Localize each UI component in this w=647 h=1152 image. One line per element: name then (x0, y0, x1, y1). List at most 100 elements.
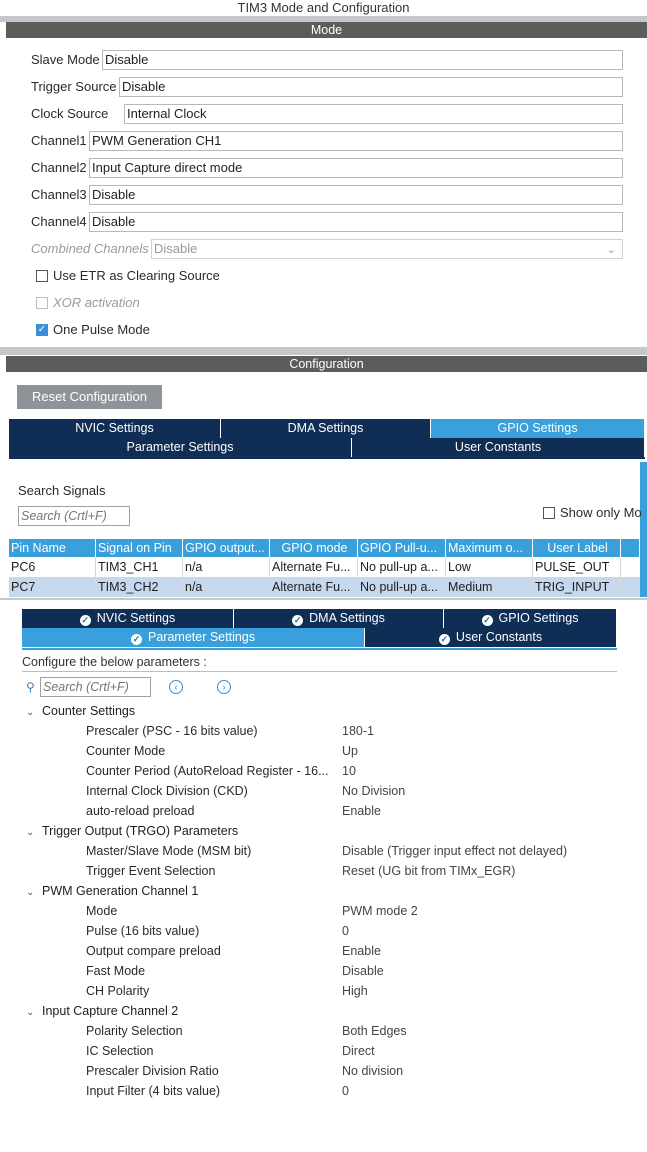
param-key: IC Selection (86, 1044, 154, 1058)
param-value[interactable]: 180-1 (342, 721, 374, 741)
param-key: Output compare preload (86, 944, 221, 958)
param-key: Mode (86, 904, 118, 918)
param-value[interactable]: Reset (UG bit from TIMx_EGR) (342, 861, 515, 881)
xor-activation-label: XOR activation (53, 295, 140, 310)
param-key: Master/Slave Mode (MSM bit) (86, 844, 252, 858)
slave-mode-label: Slave Mode (31, 52, 100, 67)
use-etr-checkbox[interactable] (36, 270, 48, 282)
configuration-section-header[interactable]: Configuration (6, 356, 647, 372)
param-value[interactable]: No Division (342, 781, 405, 801)
channel2-select[interactable]: Input Capture direct mode (89, 158, 623, 178)
group-label: Counter Settings (42, 704, 136, 718)
param-key: CH Polarity (86, 984, 150, 998)
param-key: Counter Mode (86, 744, 166, 758)
tab-parameter-settings[interactable]: Parameter Settings (9, 438, 352, 457)
window-title: TIM3 Mode and Configuration (237, 0, 410, 15)
chevron-down-icon: ⌄ (26, 707, 35, 718)
param-tab-dma-settings[interactable]: ✓ DMA Settings (234, 609, 444, 628)
one-pulse-mode-checkbox[interactable]: ✓ (36, 324, 48, 336)
cell-gpio-pull: No pull-up a... (358, 577, 446, 597)
cell-user-label: TRIG_INPUT (533, 577, 621, 597)
xor-activation-checkbox[interactable] (36, 297, 48, 309)
group-input-capture-channel-2[interactable]: ⌄ Input Capture Channel 2 (26, 1001, 178, 1023)
cell-gpio-mode: Alternate Fu... (270, 577, 358, 597)
param-tab-user-constants-label: User Constants (455, 630, 543, 644)
trigger-source-select[interactable]: Disable (119, 77, 623, 97)
param-value[interactable]: Direct (342, 1041, 375, 1061)
cell-maximum-output: Medium (446, 577, 533, 597)
param-tab-parameter-settings[interactable]: ✓ Parameter Settings (22, 628, 365, 647)
param-value[interactable]: PWM mode 2 (342, 901, 418, 921)
param-key: Input Filter (4 bits value) (86, 1084, 221, 1098)
param-value[interactable]: Enable (342, 941, 381, 961)
column-header-gpio-mode[interactable]: GPIO mode (270, 539, 358, 557)
search-next-icon[interactable]: › (217, 680, 231, 694)
column-header-signal[interactable]: Signal on Pin (96, 539, 183, 557)
chevron-down-icon: ⌄ (26, 1007, 35, 1018)
divider (22, 671, 617, 672)
configure-text: Configure the below parameters : (22, 655, 207, 669)
show-only-checkbox[interactable] (543, 507, 555, 519)
param-value[interactable]: 0 (342, 921, 349, 941)
param-tab-dma-label: DMA Settings (309, 611, 385, 625)
cell-gpio-mode: Alternate Fu... (270, 557, 358, 577)
tab-underline (22, 648, 617, 650)
divider (0, 598, 647, 600)
check-circle-icon: ✓ (131, 634, 142, 645)
chevron-down-icon: ⌄ (606, 244, 616, 256)
param-value[interactable]: Enable (342, 801, 381, 821)
param-value[interactable]: No division (342, 1061, 403, 1081)
column-header-gpio-output[interactable]: GPIO output... (183, 539, 270, 557)
param-tab-user-constants[interactable]: ✓ User Constants (365, 628, 617, 647)
column-header-pin-name[interactable]: Pin Name (9, 539, 96, 557)
mode-section-header[interactable]: Mode (6, 22, 647, 38)
column-header-gpio-pull[interactable]: GPIO Pull-u... (358, 539, 446, 557)
scrollbar-thumb[interactable] (640, 462, 647, 597)
use-etr-label: Use ETR as Clearing Source (53, 268, 220, 283)
param-tab-nvic-settings[interactable]: ✓ NVIC Settings (22, 609, 234, 628)
group-counter-settings[interactable]: ⌄ Counter Settings (26, 701, 135, 723)
combined-channels-value: Disable (154, 241, 198, 256)
param-value[interactable]: Disable (Trigger input effect not delaye… (342, 841, 567, 861)
tab-underline (9, 457, 645, 459)
column-header-user-label[interactable]: User Label (533, 539, 621, 557)
channel4-select[interactable]: Disable (89, 212, 623, 232)
param-tab-gpio-settings[interactable]: ✓ GPIO Settings (444, 609, 617, 628)
param-tab-parameter-label: Parameter Settings (148, 630, 255, 644)
param-value[interactable]: High (342, 981, 368, 1001)
tab-gpio-settings[interactable]: GPIO Settings (431, 419, 645, 438)
combined-channels-select[interactable]: Disable ⌄ (151, 239, 623, 259)
channel2-label: Channel2 (31, 160, 87, 175)
tab-user-constants[interactable]: User Constants (352, 438, 645, 457)
param-value[interactable]: Both Edges (342, 1021, 407, 1041)
check-circle-icon: ✓ (481, 615, 493, 626)
channel1-select[interactable]: PWM Generation CH1 (89, 131, 623, 151)
search-signals-input[interactable] (18, 506, 130, 526)
channel3-select[interactable]: Disable (89, 185, 623, 205)
check-circle-icon: ✓ (79, 615, 91, 626)
chevron-down-icon: ⌄ (26, 887, 35, 898)
cell-user-label: PULSE_OUT (533, 557, 621, 577)
param-value[interactable]: 10 (342, 761, 356, 781)
tab-nvic-settings[interactable]: NVIC Settings (9, 419, 221, 438)
search-signals-label: Search Signals (18, 483, 106, 498)
param-value[interactable]: 0 (342, 1081, 349, 1101)
tab-dma-settings[interactable]: DMA Settings (221, 419, 431, 438)
parameter-search-input[interactable] (40, 677, 151, 697)
column-header-maximum-output[interactable]: Maximum o... (446, 539, 533, 557)
param-value[interactable]: Up (342, 741, 358, 761)
param-tab-nvic-label: NVIC Settings (96, 611, 176, 625)
reset-configuration-button[interactable]: Reset Configuration (17, 385, 162, 409)
clock-source-select[interactable]: Internal Clock (124, 104, 623, 124)
slave-mode-select[interactable]: Disable (102, 50, 623, 70)
group-trigger-output[interactable]: ⌄ Trigger Output (TRGO) Parameters (26, 821, 238, 843)
cell-pin: PC6 (9, 557, 96, 577)
trigger-source-label: Trigger Source (31, 79, 117, 94)
param-value[interactable]: Disable (342, 961, 384, 981)
chevron-down-icon: ⌄ (26, 827, 35, 838)
group-pwm-generation-channel-1[interactable]: ⌄ PWM Generation Channel 1 (26, 881, 198, 903)
search-previous-icon[interactable]: ‹ (169, 680, 183, 694)
channel4-label: Channel4 (31, 214, 87, 229)
param-key: auto-reload preload (86, 804, 195, 818)
channel3-label: Channel3 (31, 187, 87, 202)
